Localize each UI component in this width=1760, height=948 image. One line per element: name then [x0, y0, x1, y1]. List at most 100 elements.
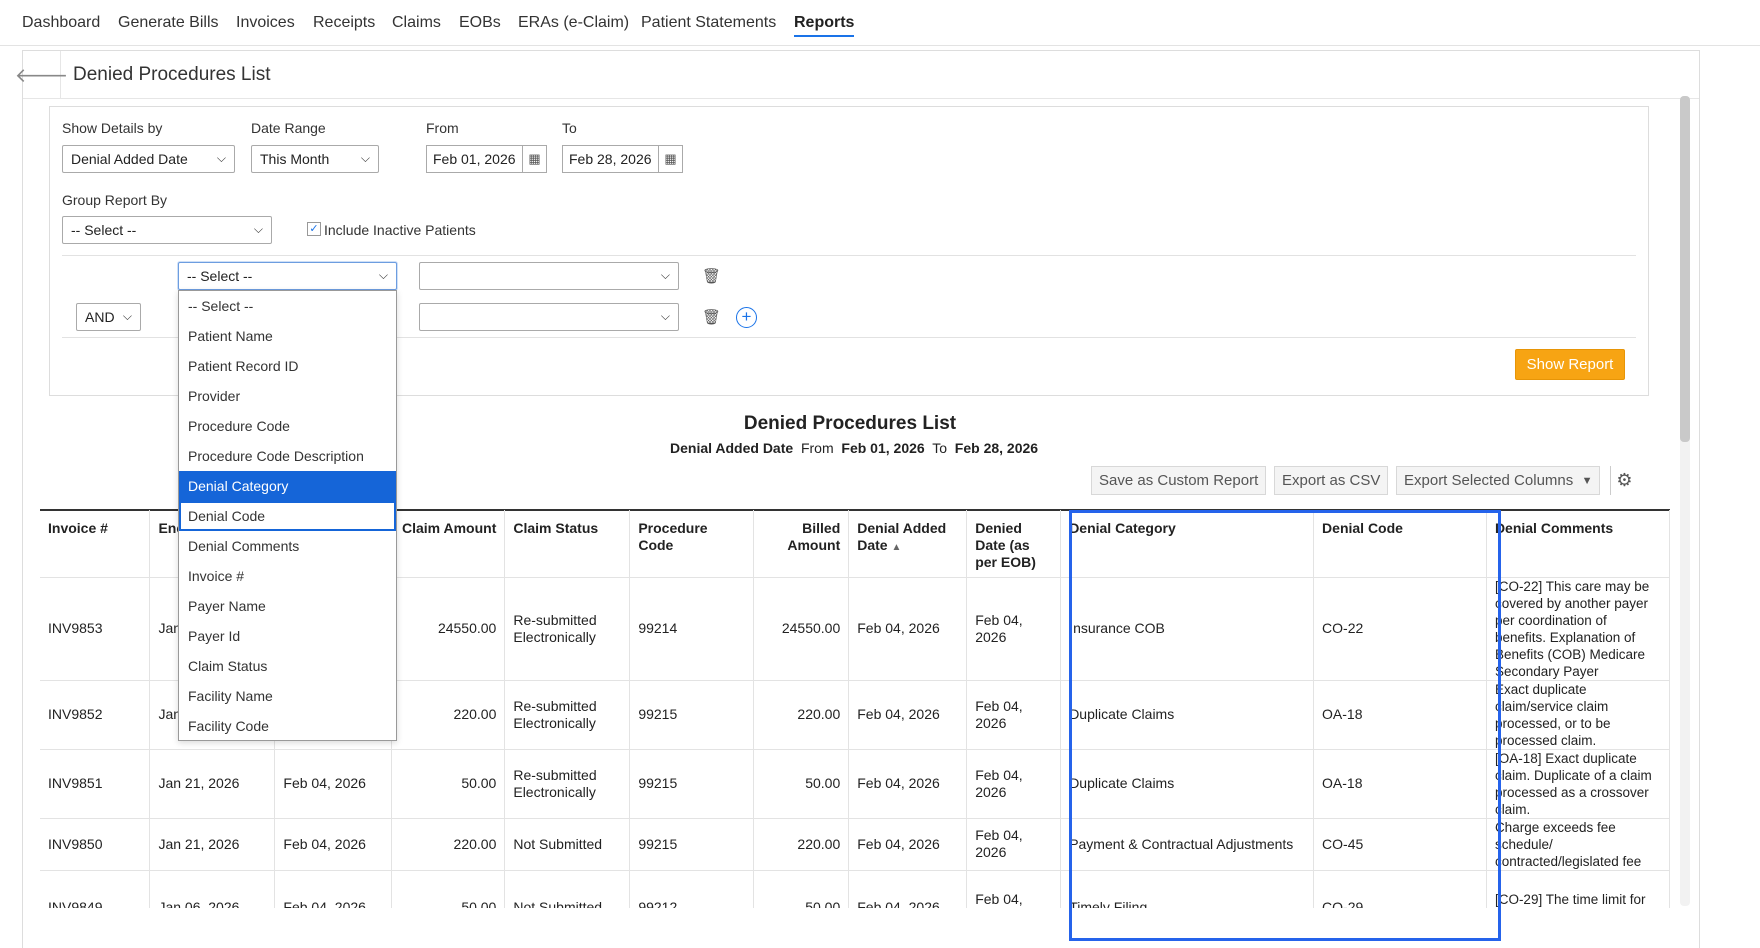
dropdown-option[interactable]: Patient Name: [179, 321, 396, 351]
group-report-select[interactable]: -- Select -- ⌵: [62, 216, 272, 244]
dropdown-option[interactable]: Invoice #: [179, 561, 396, 591]
date-range-select[interactable]: This Month ⌵: [251, 145, 379, 173]
add-condition-icon[interactable]: +: [736, 307, 757, 328]
dropdown-option[interactable]: Denial Code: [179, 501, 396, 531]
nav-reports[interactable]: Reports: [794, 14, 855, 37]
condition1-value-select[interactable]: ⌵: [419, 262, 679, 290]
table-cell: 220.00: [391, 818, 506, 871]
operator-select[interactable]: AND ⌵: [76, 303, 141, 331]
group-report-label: Group Report By: [62, 192, 168, 208]
dropdown-option[interactable]: Provider: [179, 381, 396, 411]
col-denial-added-date[interactable]: Denial Added Date ▲︎: [848, 510, 968, 578]
date-range-value: This Month: [260, 151, 330, 167]
from-date-input[interactable]: Feb 01, 2026 ▦: [426, 145, 547, 173]
table-cell: Feb 04, 2026: [848, 818, 968, 871]
dropdown-option[interactable]: Payer Name: [179, 591, 396, 621]
dropdown-option[interactable]: Denial Comments: [179, 531, 396, 561]
trash-icon[interactable]: 🗑: [702, 267, 721, 285]
col-claim-status[interactable]: Claim Status: [504, 510, 631, 578]
table-cell: 50.00: [391, 870, 506, 908]
show-details-select[interactable]: Denial Added Date ⌵: [62, 145, 235, 173]
table-cell: 220.00: [391, 680, 506, 750]
table-cell: INV9849: [40, 870, 151, 908]
table-cell: Feb 04, 2026: [848, 577, 968, 681]
col-billed-amount[interactable]: Billed Amount: [753, 510, 850, 578]
calendar-icon[interactable]: ▦: [658, 146, 682, 172]
table-cell: Jan 06, 2026: [149, 870, 276, 908]
dropdown-option[interactable]: Claim Status: [179, 651, 396, 681]
gear-icon[interactable]: ⚙: [1610, 466, 1638, 495]
subtitle-to-value: Feb 28, 2026: [954, 440, 1039, 456]
show-details-label: Show Details by: [62, 120, 163, 136]
subtitle-from-value: Feb 01, 2026: [841, 440, 925, 456]
operator-value: AND: [85, 309, 115, 325]
report-subtitle: Denial Added Date From Feb 01, 2026 To F…: [670, 440, 1038, 456]
to-label: To: [562, 120, 577, 136]
table-cell: Re-submitted Electronically: [504, 749, 631, 819]
nav-receipts[interactable]: Receipts: [313, 14, 375, 32]
condition1-field-select[interactable]: -- Select -- ⌵: [178, 262, 397, 290]
table-cell: 24550.00: [753, 577, 850, 681]
col-procedure-code[interactable]: Procedure Code: [629, 510, 755, 578]
back-button[interactable]: 🡐: [15, 51, 68, 99]
nav-invoices[interactable]: Invoices: [236, 14, 295, 32]
table-cell: Feb 04, 2026: [848, 870, 968, 908]
table-cell: 24550.00: [391, 577, 506, 681]
show-report-button[interactable]: Show Report: [1515, 349, 1625, 380]
export-selected-columns-button[interactable]: Export Selected Columns ▼: [1396, 466, 1601, 495]
col-invoice[interactable]: Invoice #: [40, 510, 151, 578]
table-cell: Feb 04, 2026: [966, 680, 1062, 750]
table-cell: Re-submitted Electronically: [504, 577, 631, 681]
table-cell: 220.00: [753, 680, 850, 750]
nav-generate-bills[interactable]: Generate Bills: [118, 14, 219, 32]
calendar-icon[interactable]: ▦: [522, 146, 546, 172]
dropdown-option[interactable]: Denial Category: [179, 471, 396, 501]
col-denial-added-date-label: Denial Added Date: [857, 520, 947, 553]
col-claim-amount[interactable]: Claim Amount: [391, 510, 506, 578]
col-denial-comments[interactable]: Denial Comments: [1486, 510, 1670, 578]
divider: [62, 255, 1636, 256]
dropdown-option[interactable]: Procedure Code: [179, 411, 396, 441]
table-cell: Feb 04, 2026: [966, 818, 1062, 871]
export-csv-button[interactable]: Export as CSV: [1274, 466, 1389, 495]
subtitle-from-word: From: [800, 440, 834, 456]
dropdown-option[interactable]: Patient Record ID: [179, 351, 396, 381]
from-label: From: [426, 120, 459, 136]
page-scrollbar[interactable]: [1680, 96, 1690, 906]
condition2-value-select[interactable]: ⌵: [419, 303, 679, 331]
include-inactive-checkbox[interactable]: ✓: [307, 222, 321, 236]
nav-patient-statements[interactable]: Patient Statements: [641, 14, 776, 32]
nav-dashboard[interactable]: Dashboard: [22, 14, 100, 32]
to-date-input[interactable]: Feb 28, 2026 ▦: [562, 145, 683, 173]
chevron-down-icon: ⌵: [360, 151, 370, 165]
table-cell: 99212: [629, 870, 755, 908]
dropdown-option[interactable]: Payer Id: [179, 621, 396, 651]
table-cell: Not Submitted: [504, 818, 631, 871]
save-custom-report-button[interactable]: Save as Custom Report: [1091, 466, 1267, 495]
chevron-down-icon: ⌵: [253, 222, 263, 236]
nav-eras[interactable]: ERAs (e-Claim): [518, 14, 629, 32]
table-cell: Feb 04, 2026: [274, 870, 393, 908]
caret-down-icon: ▼: [1581, 474, 1593, 487]
table-cell: Exact duplicate claim/service claim proc…: [1486, 680, 1670, 750]
trash-icon[interactable]: 🗑: [702, 308, 721, 326]
dropdown-option[interactable]: Procedure Code Description: [179, 441, 396, 471]
table-cell: Feb 04, 2026: [966, 870, 1062, 908]
scrollbar-thumb[interactable]: [1680, 96, 1690, 442]
dropdown-option[interactable]: Facility Name: [179, 681, 396, 711]
chevron-down-icon: ⌵: [660, 268, 670, 282]
page-title: Denied Procedures List: [73, 64, 271, 85]
sort-icon[interactable]: ▲︎: [892, 542, 902, 553]
dropdown-option[interactable]: -- Select --: [179, 291, 396, 321]
chevron-down-icon: ⌵: [216, 151, 226, 165]
column-highlight-box: [1069, 510, 1501, 941]
show-details-value: Denial Added Date: [71, 151, 188, 167]
table-cell: INV9851: [40, 749, 151, 819]
nav-claims[interactable]: Claims: [392, 14, 441, 32]
table-cell: Not Submitted: [504, 870, 631, 908]
nav-eobs[interactable]: EOBs: [459, 14, 501, 32]
col-denied-date[interactable]: Denied Date (as per EOB): [966, 510, 1062, 578]
dropdown-option[interactable]: Facility Code: [179, 711, 396, 741]
table-cell: INV9850: [40, 818, 151, 871]
table-cell: [CO-22] This care may be covered by anot…: [1486, 577, 1670, 681]
